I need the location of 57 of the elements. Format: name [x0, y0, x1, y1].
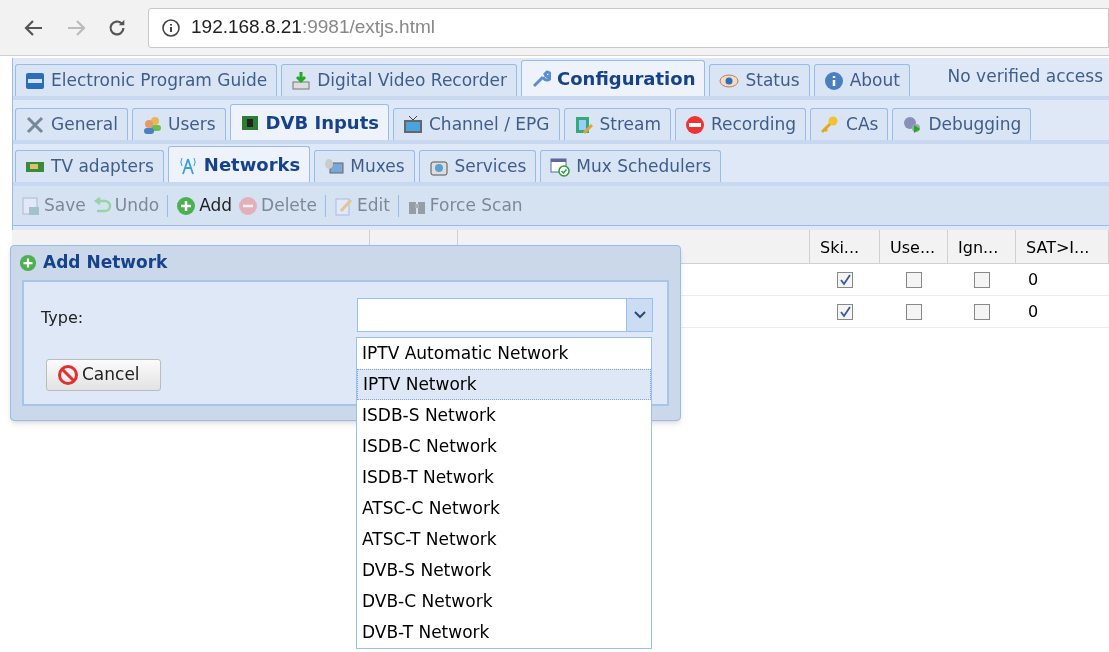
tab[interactable]: Recording	[675, 108, 807, 140]
prohibited-icon	[57, 364, 79, 386]
checkbox[interactable]	[906, 303, 922, 320]
tab[interactable]: Debugging	[892, 108, 1032, 140]
tab[interactable]: Stream	[563, 108, 671, 140]
wrench-icon	[531, 68, 552, 89]
monitor-dish-icon	[324, 156, 345, 177]
download-drive-icon	[291, 70, 312, 91]
tab[interactable]: Mux Schedulers	[540, 150, 722, 182]
column-header[interactable]: Use...	[880, 230, 948, 263]
column-header[interactable]: Ski...	[810, 230, 880, 263]
checkbox[interactable]	[974, 271, 990, 288]
info-icon[interactable]	[161, 17, 181, 38]
tab[interactable]: Electronic Program Guide	[15, 64, 278, 96]
tab[interactable]: Users	[132, 108, 226, 140]
tools-icon	[25, 114, 45, 135]
checkbox[interactable]	[974, 303, 990, 320]
tab[interactable]: Channel / EPG	[393, 108, 560, 140]
checkbox[interactable]	[837, 303, 853, 320]
plus-circle-icon	[176, 195, 197, 216]
pencil-page-icon	[333, 195, 354, 216]
dialog-title: Add Network	[43, 251, 168, 275]
plus-circle-icon	[19, 254, 37, 272]
checkbox[interactable]	[906, 271, 922, 288]
tab[interactable]: TV adapters	[15, 150, 164, 182]
calendar-check-icon	[550, 156, 571, 177]
tab[interactable]: Status	[709, 64, 810, 96]
tab[interactable]: General	[15, 108, 128, 140]
access-notice: No verified access	[947, 64, 1104, 88]
tab[interactable]: Services	[418, 150, 537, 182]
tab[interactable]: CAs	[810, 108, 889, 140]
type-label: Type:	[41, 307, 84, 329]
tab[interactable]: Muxes	[314, 150, 415, 182]
cancel-button[interactable]: Cancel	[46, 359, 161, 391]
column-header[interactable]: SAT>I...	[1016, 230, 1109, 263]
epg-logo-icon	[25, 70, 45, 91]
toolbar-button[interactable]: Add	[176, 192, 233, 219]
film-strip-icon	[573, 114, 594, 135]
table-cell-text: 0	[1027, 268, 1039, 291]
tab[interactable]: Digital Video Recorder	[281, 64, 518, 96]
checkbox[interactable]	[837, 271, 853, 288]
record-icon	[685, 114, 705, 135]
table-cell-text: 0	[1027, 300, 1039, 323]
dropdown-option[interactable]: IPTV Network	[357, 369, 651, 400]
tab[interactable]: Networks	[167, 146, 311, 182]
column-header[interactable]: Ign...	[948, 230, 1016, 263]
tab[interactable]: DVB Inputs	[229, 104, 389, 140]
tab[interactable]: Configuration	[521, 60, 706, 96]
type-combo-field[interactable]	[357, 298, 653, 332]
url-text: 192.168.8.21:9981/extjs.html	[191, 15, 436, 40]
address-bar[interactable]: 192.168.8.21:9981/extjs.html	[148, 7, 1109, 48]
info-icon	[823, 70, 844, 91]
tab[interactable]: About	[813, 64, 910, 96]
television-icon	[403, 114, 423, 135]
minus-circle-icon	[238, 195, 259, 216]
chevron-down-icon[interactable]	[633, 311, 646, 319]
users-icon	[142, 114, 162, 135]
